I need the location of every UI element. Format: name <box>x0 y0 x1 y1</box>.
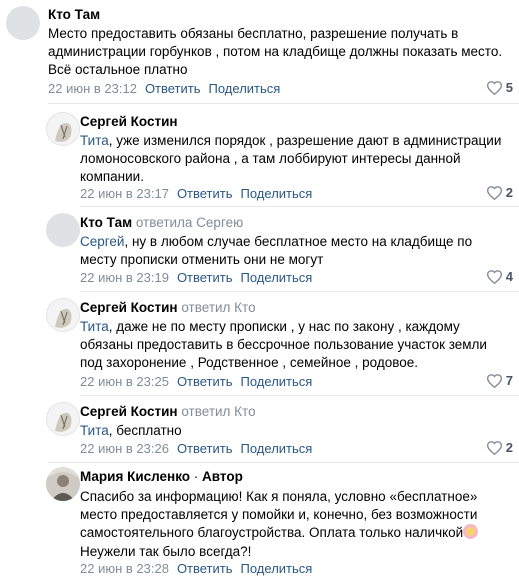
comment-text-line: Место предоставить обязаны бесплатно, ра… <box>48 26 459 41</box>
avatar[interactable] <box>46 467 80 501</box>
comment-text: Тита, уже изменился порядок , разрешение… <box>80 132 513 187</box>
comment-meta: 22 июн в 23:19 Ответить Поделиться <box>80 270 312 285</box>
reply-to-label[interactable]: ответил Кто <box>181 300 255 315</box>
comment-text: Тита, даже не по месту прописки , у нас … <box>80 318 513 373</box>
comment-author[interactable]: Кто Там <box>48 7 100 22</box>
author-name[interactable]: Сергей Костин <box>80 300 178 315</box>
comment-text: Место предоставить обязаны бесплатно, ра… <box>48 25 513 80</box>
author-name[interactable]: Кто Там <box>48 7 100 22</box>
comment-text-line: самостоятельного благоустройства. Оплата… <box>80 524 513 542</box>
like-button[interactable]: 7 <box>486 373 513 388</box>
divider <box>80 206 519 207</box>
like-button[interactable]: 2 <box>486 440 513 455</box>
author-badge: Автор <box>202 469 243 484</box>
comment-text-line: обязаны предоставить в бессрочное пользо… <box>80 337 487 353</box>
emoji-icon <box>463 524 479 540</box>
comment-date[interactable]: 22 июн в 23:28 <box>80 561 169 576</box>
divider <box>80 395 519 396</box>
comment-meta: 22 июн в 23:17 Ответить Поделиться <box>80 186 312 201</box>
comment-date[interactable]: 22 июн в 23:25 <box>80 374 169 389</box>
avatar-image <box>55 412 72 432</box>
reply-button[interactable]: Ответить <box>177 186 233 201</box>
comment-text-line: Всё остальное платно <box>48 62 188 78</box>
heart-icon <box>486 80 502 95</box>
share-button[interactable]: Поделиться <box>241 270 313 285</box>
author-name[interactable]: Мария Кисленко <box>80 469 190 484</box>
avatar-image <box>49 467 77 501</box>
mention-link[interactable]: Тита <box>80 423 109 438</box>
reply-to-label[interactable]: ответил Кто <box>181 404 255 419</box>
comment-date[interactable]: 22 июн в 23:26 <box>80 441 169 456</box>
like-count: 4 <box>505 269 513 284</box>
heart-icon <box>486 373 502 388</box>
author-separator: · <box>190 469 203 484</box>
reply-button[interactable]: Ответить <box>177 270 233 285</box>
comment-meta: 22 июн в 23:12 Ответить Поделиться <box>48 81 280 96</box>
share-button[interactable]: Поделиться <box>209 81 281 96</box>
avatar-image <box>55 122 72 142</box>
mention-link[interactable]: Сергей <box>80 234 124 249</box>
comment-text-line: место предоставляется у помойки и, конеч… <box>80 507 478 523</box>
comment-text: Спасибо за информацию! Как я поняла, усл… <box>80 488 513 561</box>
comment-meta: 22 июн в 23:28 Ответить Поделиться <box>80 561 312 576</box>
like-count: 2 <box>505 185 513 200</box>
reply-button[interactable]: Ответить <box>177 441 233 456</box>
comment-date[interactable]: 22 июн в 23:17 <box>80 186 169 201</box>
comment-text-line: компании. <box>80 169 144 185</box>
comment-text-line: администрации горбунков , потом на кладб… <box>48 44 503 60</box>
mention-link[interactable]: Тита <box>80 133 109 148</box>
comment-text-line: Тита, даже не по месту прописки , у нас … <box>80 319 460 334</box>
comment-date[interactable]: 22 июн в 23:12 <box>48 81 137 96</box>
avatar[interactable] <box>6 6 40 40</box>
comment-author[interactable]: Мария Кисленко · Автор <box>80 469 243 484</box>
comment-text: Сергей, ну в любом случае бесплатное мес… <box>80 233 513 269</box>
reply-button[interactable]: Ответить <box>177 374 233 389</box>
like-button[interactable]: 2 <box>486 185 513 200</box>
comment-text-line: Тита, бесплатно <box>80 423 182 438</box>
avatar[interactable] <box>46 402 80 436</box>
like-button[interactable]: 5 <box>486 80 513 95</box>
comment-author[interactable]: Сергей Костин ответил Кто <box>80 404 256 419</box>
heart-icon <box>486 269 502 284</box>
comment-meta: 22 июн в 23:25 Ответить Поделиться <box>80 374 312 389</box>
comment-text: Тита, бесплатно <box>80 422 513 440</box>
like-count: 2 <box>505 440 513 455</box>
comment-date[interactable]: 22 июн в 23:19 <box>80 270 169 285</box>
divider <box>48 103 519 104</box>
heart-icon <box>486 440 502 455</box>
author-name[interactable]: Сергей Костин <box>80 404 178 419</box>
like-count: 5 <box>505 80 513 95</box>
comment-text-line: ломоносовского района , а там лоббируют … <box>80 151 461 167</box>
comment-text-line: Неужели так было всегда?! <box>80 543 252 559</box>
comment-text-line: Сергей, ну в любом случае бесплатное мес… <box>80 234 473 249</box>
reply-button[interactable]: Ответить <box>145 81 201 96</box>
author-name[interactable]: Сергей Костин <box>80 114 178 129</box>
like-count: 7 <box>505 373 513 388</box>
divider <box>48 462 519 463</box>
comment-author[interactable]: Сергей Костин ответил Кто <box>80 300 256 315</box>
share-button[interactable]: Поделиться <box>241 374 313 389</box>
divider <box>80 291 519 292</box>
comment-author[interactable]: Кто Там ответила Сергею <box>80 215 243 230</box>
comment-text-line: под захоронение , Родственное , семейное… <box>80 355 419 371</box>
avatar[interactable] <box>46 213 80 247</box>
reply-to-label[interactable]: ответила Сергею <box>136 215 243 230</box>
avatar-image <box>55 308 72 328</box>
comment-author[interactable]: Сергей Костин <box>80 114 178 129</box>
heart-icon <box>486 185 502 200</box>
avatar[interactable] <box>46 298 80 332</box>
share-button[interactable]: Поделиться <box>241 561 313 576</box>
mention-link[interactable]: Тита <box>80 319 109 334</box>
avatar[interactable] <box>46 112 80 146</box>
share-button[interactable]: Поделиться <box>241 186 313 201</box>
author-name[interactable]: Кто Там <box>80 215 132 230</box>
like-button[interactable]: 4 <box>486 269 513 284</box>
comment-text-line: Спасибо за информацию! Как я поняла, усл… <box>80 489 478 504</box>
reply-button[interactable]: Ответить <box>177 561 233 576</box>
comment-text-line: месту прописки отменить они не могут <box>80 252 324 268</box>
comment-meta: 22 июн в 23:26 Ответить Поделиться <box>80 441 312 456</box>
comment-text-line: Тита, уже изменился порядок , разрешение… <box>80 133 502 148</box>
share-button[interactable]: Поделиться <box>241 441 313 456</box>
